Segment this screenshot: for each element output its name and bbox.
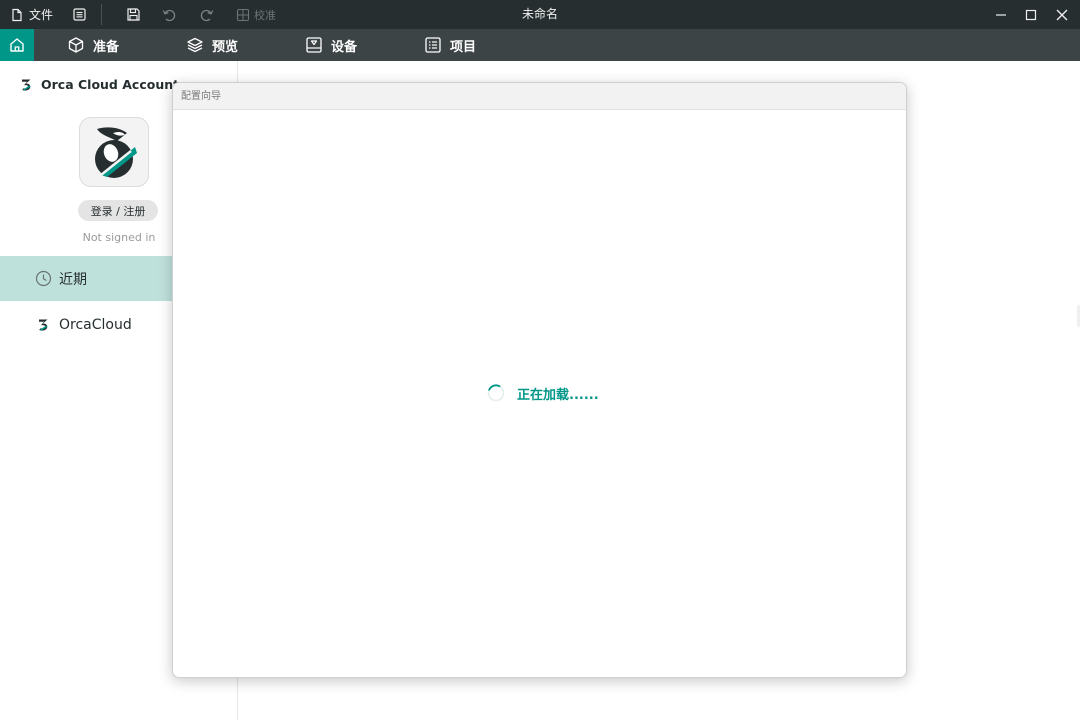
file-menu-label: 文件	[29, 8, 54, 22]
loading-indicator: 正在加载......	[486, 383, 599, 403]
close-icon	[1056, 9, 1068, 20]
maximize-button[interactable]	[1024, 0, 1038, 29]
account-header: Orca Cloud Account	[20, 77, 179, 92]
cube-icon	[68, 37, 84, 53]
orca-avatar-logo	[95, 127, 137, 178]
device-icon	[306, 37, 322, 53]
tab-preview[interactable]: 预览	[186, 29, 238, 61]
tab-preview-label: 预览	[212, 39, 239, 55]
window-title: 未命名	[521, 7, 559, 21]
spinner-icon	[487, 384, 505, 402]
dialog-title: 配置向导	[173, 83, 906, 110]
tab-prepare[interactable]: 准备	[67, 29, 119, 61]
menu-icon	[73, 8, 86, 21]
undo-icon	[162, 9, 176, 21]
loading-text: 正在加载......	[517, 387, 599, 403]
orca-logo-icon	[22, 79, 31, 91]
home-icon	[10, 38, 24, 52]
minimize-button[interactable]	[994, 0, 1008, 29]
redo-button[interactable]	[199, 0, 215, 29]
maximize-icon	[1025, 9, 1037, 20]
list-icon	[425, 37, 441, 53]
calibrate-button[interactable]: 校准	[236, 0, 276, 29]
save-button[interactable]	[126, 0, 141, 29]
clock-icon	[35, 270, 52, 287]
redo-icon	[200, 9, 214, 21]
sidebar-item-orcacloud-label: OrcaCloud	[59, 316, 132, 333]
minimize-icon	[996, 13, 1006, 16]
save-icon	[127, 8, 140, 21]
config-wizard-dialog: 配置向导 正在加载......	[172, 82, 907, 678]
sidebar-item-recent-label: 近期	[59, 271, 87, 288]
login-register-button[interactable]: 登录 / 注册	[78, 200, 158, 221]
account-title: Orca Cloud Account	[41, 77, 180, 92]
close-button[interactable]	[1055, 0, 1069, 29]
orca-logo-icon	[39, 319, 48, 331]
calibrate-label: 校准	[254, 8, 276, 22]
file-icon	[12, 8, 22, 21]
tab-prepare-label: 准备	[93, 39, 120, 55]
tab-project-label: 项目	[450, 39, 477, 55]
undo-button[interactable]	[161, 0, 177, 29]
tab-project[interactable]: 项目	[424, 29, 476, 61]
title-bar: 文件 校准 未命名	[0, 0, 1080, 29]
menu-button[interactable]	[72, 0, 87, 29]
layers-icon	[187, 37, 203, 53]
main-tab-bar: 准备 预览 设备 项目	[0, 29, 1080, 61]
file-menu-button[interactable]: 文件	[10, 0, 53, 29]
tab-device[interactable]: 设备	[305, 29, 357, 61]
toolbar-divider	[101, 4, 102, 25]
tab-home[interactable]	[0, 29, 34, 61]
tab-device-label: 设备	[331, 39, 358, 55]
calibrate-icon	[236, 8, 250, 21]
avatar[interactable]	[79, 117, 149, 187]
